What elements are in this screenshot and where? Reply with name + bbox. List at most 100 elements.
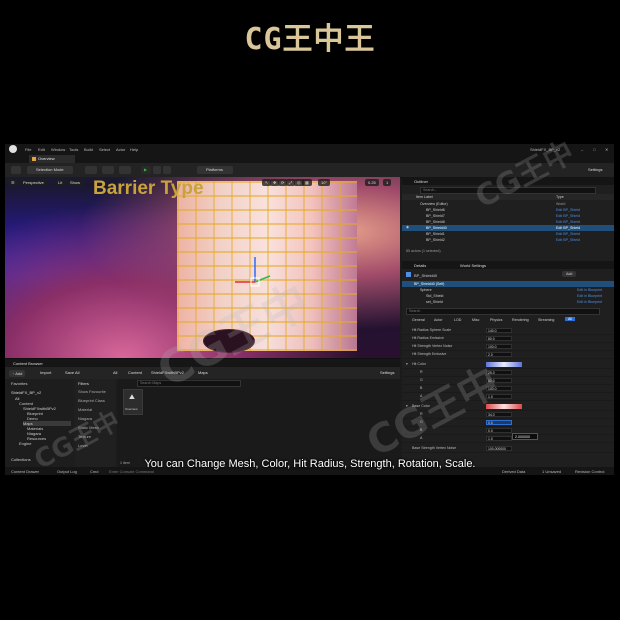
- details-search[interactable]: Search: [406, 308, 600, 315]
- save-icon[interactable]: [11, 166, 21, 174]
- viewport-menu-icon[interactable]: ☰: [8, 179, 18, 186]
- unreal-logo-icon[interactable]: [9, 145, 17, 153]
- axis-value-input[interactable]: 0.0: [486, 428, 512, 433]
- prop-hit-radius-emissive: Hit Radius Emissive 80.0: [402, 335, 614, 343]
- details-object-name: BP_Shield40: [414, 273, 438, 278]
- play-icon: ▶: [144, 167, 148, 172]
- add-component-button[interactable]: Add: [562, 271, 577, 277]
- menu-tools[interactable]: Tools: [69, 147, 78, 152]
- filter-show-favourite[interactable]: Show Favourite: [78, 389, 106, 394]
- outliner-row-type: Edit BP_Shield: [556, 238, 580, 242]
- path-crumb-content[interactable]: Content: [128, 370, 142, 375]
- tab-misc[interactable]: Misc: [472, 318, 479, 322]
- details-category-tabs: General Actor LOD Misc Physics Rendering…: [402, 317, 614, 324]
- level-icon: [32, 157, 36, 161]
- stop-button[interactable]: [163, 166, 171, 174]
- outliner-row-type: World: [556, 202, 566, 206]
- prop-hit-strength-emissive: Hit Strength Emissive 2.0: [402, 351, 614, 359]
- edit-in-blueprint-link[interactable]: Edit in Blueprint: [577, 288, 602, 292]
- edit-in-blueprint-link[interactable]: Edit in Blueprint: [577, 300, 602, 304]
- add-icon: +: [12, 371, 15, 376]
- lit-button[interactable]: Lit: [55, 179, 66, 186]
- tab-actor[interactable]: Actor: [434, 318, 442, 322]
- content-browser-settings[interactable]: Settings: [380, 370, 394, 375]
- outliner-row-label: BP_Shield1: [426, 232, 445, 236]
- tab-physics[interactable]: Physics: [490, 318, 502, 322]
- outliner-row[interactable]: BP_Shield2 Edit BP_Shield: [402, 237, 614, 243]
- snap-angle-value[interactable]: 10°: [318, 179, 331, 186]
- menu-build[interactable]: Build: [84, 147, 93, 152]
- perspective-button[interactable]: Perspective: [20, 179, 47, 186]
- visibility-eye-icon[interactable]: ◉: [406, 225, 409, 229]
- add-button[interactable]: + Add: [9, 370, 26, 377]
- component-label: Std_Shield: [426, 294, 444, 298]
- selection-mode-dropdown[interactable]: Selection Mode: [27, 166, 73, 174]
- tab-world-settings[interactable]: World Settings: [460, 263, 486, 268]
- outliner-row-type: Edit BP_Shield: [556, 214, 580, 218]
- tab-lod[interactable]: LOD: [454, 318, 461, 322]
- tab-streaming[interactable]: Streaming: [538, 318, 554, 322]
- prop-hit-radius-sphere-scale: Hit Radius Sphere Scale 140.0: [402, 327, 614, 335]
- edit-in-blueprint-link[interactable]: Edit in Blueprint: [577, 294, 602, 298]
- pause-button[interactable]: [153, 166, 161, 174]
- prop-value-input[interactable]: 100.0: [486, 344, 512, 349]
- menu-select[interactable]: Select: [99, 147, 110, 152]
- outliner-row-label: Overview (Editor): [420, 202, 448, 206]
- expand-arrow-icon[interactable]: ▾: [406, 362, 408, 366]
- tab-general[interactable]: General: [412, 318, 425, 322]
- menu-actor[interactable]: Actor: [116, 147, 125, 152]
- platforms-dropdown[interactable]: Platforms: [197, 166, 233, 174]
- menu-help[interactable]: Help: [130, 147, 138, 152]
- close-icon[interactable]: ✕: [605, 147, 608, 152]
- outliner-row-label: BP_Shield40: [426, 226, 447, 230]
- path-crumb-all[interactable]: All: [113, 370, 117, 375]
- prop-value-input[interactable]: 2.0: [486, 352, 512, 357]
- col-type[interactable]: Type: [556, 195, 564, 199]
- snap-grid-value[interactable]: 0.25: [365, 179, 379, 186]
- prop-value-input[interactable]: 100.000000: [486, 446, 512, 451]
- prop-value-input[interactable]: 140.0: [486, 328, 512, 333]
- prop-base-strength-vertex-noise: Base Strength Vertex Noise 100.000000: [402, 445, 614, 453]
- settings-button[interactable]: Settings: [585, 166, 611, 174]
- menu-file[interactable]: File: [25, 147, 31, 152]
- brand-title: CG王中王: [244, 22, 376, 57]
- cinematics-button[interactable]: [119, 166, 131, 174]
- save-all-button[interactable]: Save All: [65, 370, 79, 375]
- menu-window[interactable]: Window: [51, 147, 65, 152]
- grid-snap-icon[interactable]: ▦: [302, 179, 312, 186]
- add-actor-button[interactable]: [85, 166, 97, 174]
- import-button[interactable]: Import: [40, 370, 51, 375]
- axis-value-input-focused[interactable]: 0.0: [486, 420, 512, 425]
- tab-all[interactable]: All: [565, 317, 575, 321]
- prop-label: Hit Strength Vertex Noise: [412, 344, 453, 348]
- asset-tile-overview[interactable]: ⛰ Overview: [123, 389, 143, 415]
- value-tooltip: 2.000000: [512, 433, 538, 440]
- col-item-label[interactable]: Item Label: [416, 195, 433, 199]
- play-button[interactable]: ▶: [141, 166, 151, 174]
- tab-rendering[interactable]: Rendering: [512, 318, 529, 322]
- axis-value-input[interactable]: 34.0: [486, 412, 512, 417]
- favorites-header[interactable]: Favorites: [11, 381, 27, 386]
- menu-edit[interactable]: Edit: [38, 147, 45, 152]
- hit-color-swatch[interactable]: [486, 362, 522, 367]
- show-button[interactable]: Show: [67, 179, 84, 186]
- outliner-row-type: Edit BP_Shield: [556, 232, 580, 236]
- tab-details[interactable]: Details: [414, 263, 426, 268]
- settings-label: Settings: [588, 167, 603, 172]
- add-component-label: Add: [566, 272, 573, 276]
- component-label: set_Shield: [426, 300, 443, 304]
- filter-blueprint-class[interactable]: Blueprint Class: [78, 398, 105, 403]
- minimize-icon[interactable]: –: [581, 147, 583, 152]
- outliner-row-label: BP_Shield6: [426, 208, 445, 212]
- outliner-row-label: BP_Shield8: [426, 220, 445, 224]
- component-row[interactable]: set_Shield Edit in Blueprint: [402, 299, 614, 305]
- axis-value-input[interactable]: 1.0: [486, 436, 512, 441]
- prop-value-input[interactable]: 80.0: [486, 336, 512, 341]
- blueprint-button[interactable]: [102, 166, 114, 174]
- prop-hit-color: ▾ Hit Color: [402, 361, 614, 369]
- tab-overview[interactable]: Overview: [29, 155, 75, 163]
- project-root[interactable]: ShieldFX_BP_v2: [11, 390, 41, 395]
- camera-speed-value[interactable]: 1: [383, 179, 392, 186]
- level-asset-icon: ⛰: [129, 394, 135, 401]
- maximize-icon[interactable]: □: [593, 147, 595, 152]
